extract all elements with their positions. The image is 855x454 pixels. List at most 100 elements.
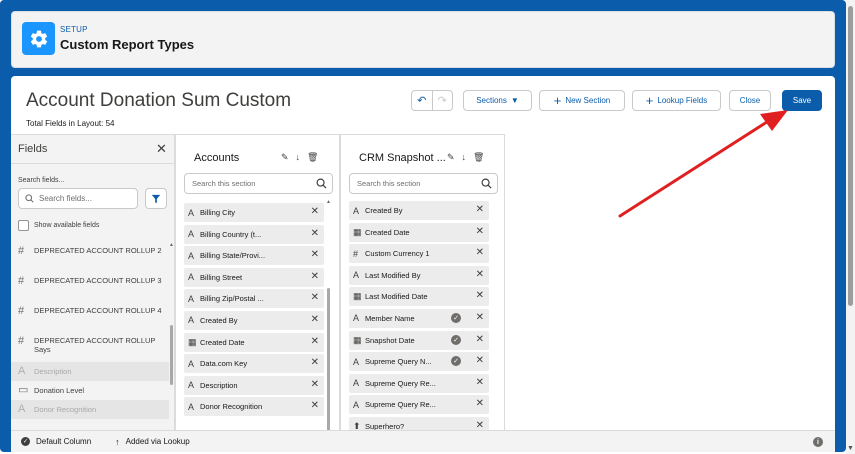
layout-field-chip[interactable]: ▦ Created Date ✕ — [349, 222, 489, 242]
remove-field-icon[interactable]: ✕ — [311, 228, 319, 239]
field-list-item[interactable]: A Donor Recognition — [11, 400, 169, 419]
layout-field-chip[interactable]: A Supreme Query N... ✓ ✕ — [349, 352, 489, 372]
redo-icon[interactable]: ↷ — [433, 91, 453, 110]
remove-field-icon[interactable]: ✕ — [476, 290, 484, 301]
remove-field-icon[interactable]: ✕ — [311, 206, 319, 217]
remove-field-icon[interactable]: ✕ — [476, 204, 484, 215]
scroll-down-arrow-icon[interactable]: ▼ — [847, 445, 854, 452]
field-label: DEPRECATED ACCOUNT ROLLUP 4 — [34, 306, 162, 315]
show-available-fields-checkbox[interactable]: Show available fields — [18, 220, 99, 231]
lookup-fields-button[interactable]: + Lookup Fields — [632, 90, 721, 111]
field-list-item[interactable]: # DEPRECATED ACCOUNT ROLLUP Says — [11, 332, 169, 362]
field-list-item[interactable]: # DEPRECATED ACCOUNT ROLLUP 3 — [11, 272, 169, 302]
remove-field-icon[interactable]: ✕ — [311, 271, 319, 282]
section-scrollbar-thumb[interactable] — [327, 288, 330, 431]
layout-field-chip[interactable]: A Billing Zip/Postal ... ✕ — [184, 289, 324, 309]
section-field-list: A Created By ✕ ▦ Created Date ✕ # Custom Curren… — [349, 201, 489, 431]
pencil-icon[interactable]: ✎ — [447, 152, 455, 163]
sections-dropdown-button[interactable]: Sections ▼ — [463, 90, 532, 111]
remove-field-icon[interactable]: ✕ — [476, 377, 484, 388]
layout-field-chip[interactable]: A Data.com Key ✕ — [184, 354, 324, 374]
layout-field-chip[interactable]: # Custom Currency 1 ✕ — [349, 244, 489, 264]
setup-header: SETUP Custom Report Types — [11, 11, 835, 68]
undo-redo-group: ↶ ↷ — [411, 90, 453, 111]
field-list-item[interactable]: ▭ Donation Level — [11, 381, 169, 400]
close-icon[interactable]: ✕ — [156, 141, 167, 157]
remove-field-icon[interactable]: ✕ — [476, 355, 484, 366]
field-type-icon: # — [18, 245, 25, 257]
pencil-icon[interactable]: ✎ — [281, 152, 289, 163]
trash-icon[interactable]: 🗑 — [473, 152, 484, 163]
search-fields-input[interactable]: Search fields... — [18, 188, 138, 209]
layout-field-chip[interactable]: A Donor Recognition ✕ — [184, 397, 324, 417]
scroll-up-arrow-icon[interactable]: ▲ — [169, 242, 174, 248]
new-section-button[interactable]: + New Section — [539, 90, 625, 111]
layout-field-chip[interactable]: A Billing City ✕ — [184, 203, 324, 222]
layout-field-chip[interactable]: ▦ Last Modified Date ✕ — [349, 287, 489, 307]
section-accounts: Accounts ✎ ↓ 🗑 Search this section A Bill… — [175, 134, 340, 431]
layout-field-chip[interactable]: A Description ✕ — [184, 375, 324, 395]
field-type-icon: A — [188, 272, 195, 283]
arrow-down-icon[interactable]: ↓ — [296, 152, 301, 163]
page-scrollbar[interactable]: ▼ — [846, 0, 855, 454]
remove-field-icon[interactable]: ✕ — [311, 314, 319, 325]
close-button[interactable]: Close — [729, 90, 771, 111]
remove-field-icon[interactable]: ✕ — [311, 400, 319, 411]
search-icon — [25, 194, 34, 203]
layout-field-chip[interactable]: A Billing Street ✕ — [184, 267, 324, 287]
layout-field-chip[interactable]: A Billing State/Provi... ✕ — [184, 246, 324, 266]
field-list-item[interactable]: # DEPRECATED ACCOUNT ROLLUP 4 — [11, 302, 169, 332]
default-column-icon[interactable]: ✓ — [451, 356, 461, 367]
layout-field-chip[interactable]: A Billing Country (t... ✕ — [184, 224, 324, 244]
layout-field-chip[interactable]: ▦ Snapshot Date ✓ ✕ — [349, 330, 489, 350]
layout-field-chip[interactable]: A Created By ✕ — [184, 310, 324, 330]
undo-icon[interactable]: ↶ — [412, 91, 433, 110]
field-type-icon: A — [353, 270, 360, 281]
checkbox[interactable] — [18, 220, 29, 231]
fields-scrollbar-thumb[interactable] — [170, 325, 173, 385]
save-button[interactable]: Save — [782, 90, 822, 111]
layout-field-chip[interactable]: ⬆ Superhero? ✕ — [349, 416, 489, 431]
layout-field-chip[interactable]: A Supreme Query Re... ✕ — [349, 373, 489, 393]
remove-field-icon[interactable]: ✕ — [311, 379, 319, 390]
layout-field-chip[interactable]: A Created By ✕ — [349, 201, 489, 220]
field-list-item[interactable]: A Description — [11, 362, 169, 381]
remove-field-icon[interactable]: ✕ — [311, 357, 319, 368]
info-icon[interactable]: i — [813, 437, 823, 447]
remove-field-icon[interactable]: ✕ — [476, 226, 484, 237]
field-label: Billing Zip/Postal ... — [200, 294, 264, 304]
fields-scrollbar[interactable]: ▲ — [169, 242, 174, 427]
filter-button[interactable] — [145, 188, 167, 209]
arrow-down-icon[interactable]: ↓ — [462, 152, 467, 163]
page-scrollbar-thumb[interactable] — [848, 6, 853, 306]
remove-field-icon[interactable]: ✕ — [311, 292, 319, 303]
layout-field-chip[interactable]: A Last Modified By ✕ — [349, 265, 489, 285]
field-list-item[interactable]: # DEPRECATED ACCOUNT ROLLUP 2 — [11, 242, 169, 272]
default-column-icon[interactable]: ✓ — [451, 334, 461, 345]
remove-field-icon[interactable]: ✕ — [311, 336, 319, 347]
page-title: Custom Report Types — [60, 37, 195, 52]
section-search-input[interactable]: Search this section — [184, 173, 333, 194]
remove-field-icon[interactable]: ✕ — [476, 269, 484, 280]
layout-field-chip[interactable]: A Supreme Query Re... ✕ — [349, 395, 489, 415]
layout-field-chip[interactable]: ▦ Created Date ✕ — [184, 332, 324, 352]
layout-field-chip[interactable]: A Member Name ✓ ✕ — [349, 308, 489, 328]
remove-field-icon[interactable]: ✕ — [476, 334, 484, 345]
scroll-up-arrow-icon[interactable]: ▲ — [326, 199, 331, 205]
divider — [11, 163, 175, 164]
field-label: Supreme Query N... — [365, 357, 432, 367]
section-search-input[interactable]: Search this section — [349, 173, 498, 194]
trash-icon[interactable]: 🗑 — [307, 152, 318, 163]
remove-field-icon[interactable]: ✕ — [311, 249, 319, 260]
remove-field-icon[interactable]: ✕ — [476, 312, 484, 323]
remove-field-icon[interactable]: ✕ — [476, 398, 484, 409]
chevron-down-icon: ▼ — [510, 96, 519, 105]
default-column-icon[interactable]: ✓ — [451, 312, 461, 323]
section-scrollbar[interactable]: ▲ — [326, 199, 331, 431]
field-label: Created Date — [200, 337, 245, 347]
field-label: Donor Recognition — [34, 405, 97, 414]
field-type-icon: A — [188, 207, 195, 218]
remove-field-icon[interactable]: ✕ — [476, 247, 484, 258]
field-type-icon: A — [353, 399, 360, 410]
field-label: Created By — [365, 206, 403, 215]
